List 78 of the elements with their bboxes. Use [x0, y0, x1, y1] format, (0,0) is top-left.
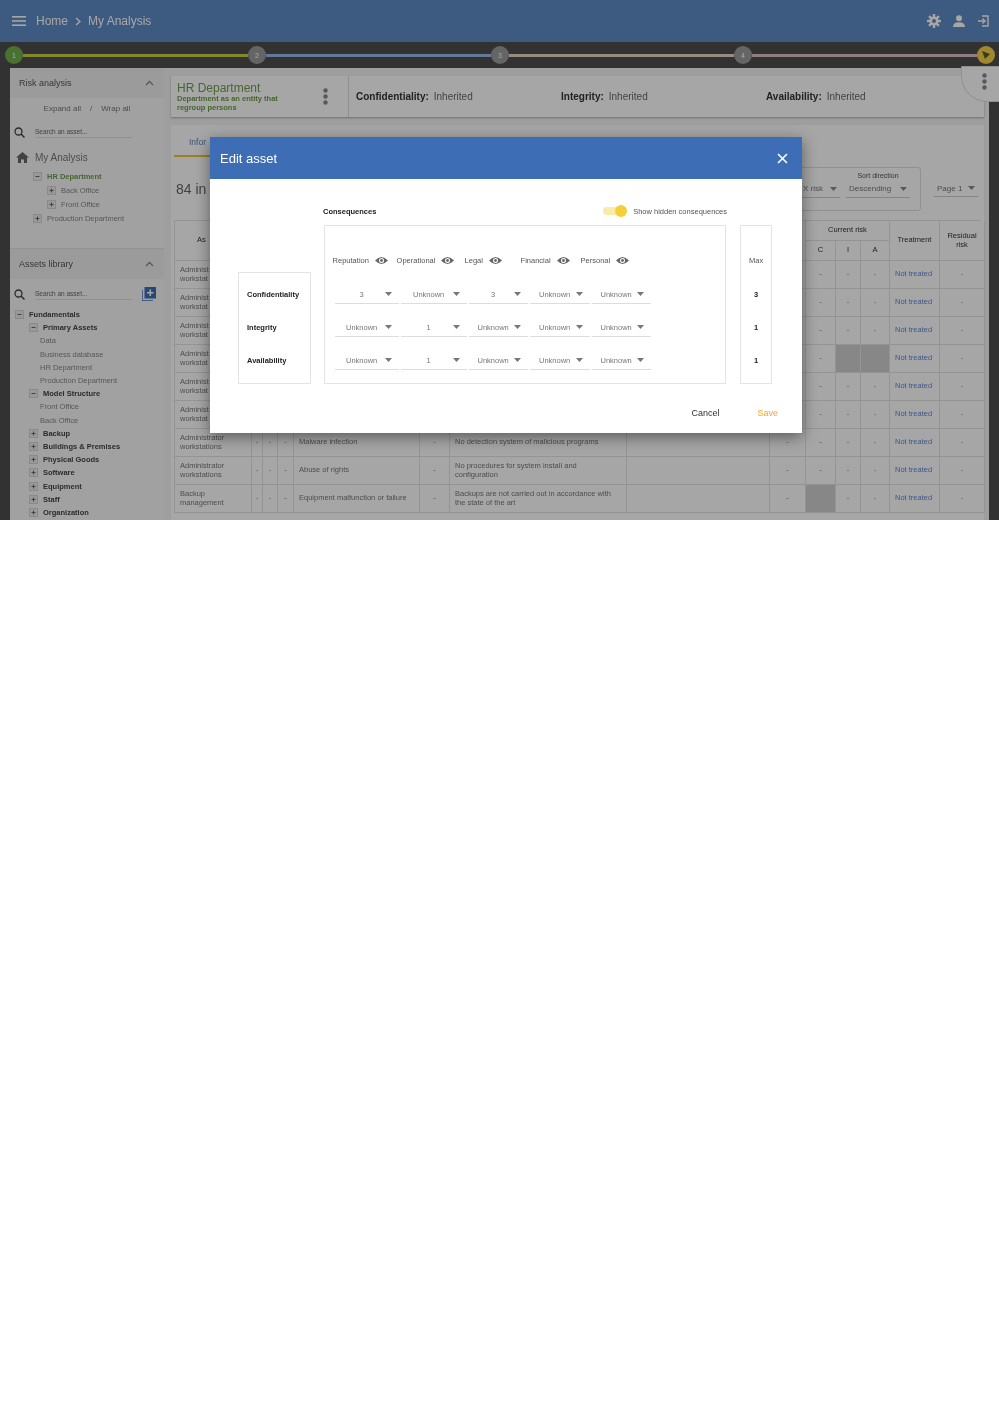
slash-separator: / — [89, 104, 93, 113]
expand-icon[interactable] — [47, 185, 56, 195]
expand-icon[interactable] — [29, 455, 38, 465]
toggle-switch[interactable] — [603, 205, 628, 217]
chevron-icon — [75, 16, 81, 26]
chevron-up-icon[interactable] — [145, 80, 154, 86]
eye-icon[interactable] — [441, 255, 455, 265]
caret-icon — [452, 358, 460, 362]
expand-icon[interactable] — [33, 213, 42, 223]
breadcrumb-current: My Analysis — [88, 14, 152, 28]
caret-icon — [636, 325, 644, 329]
eye-icon[interactable] — [488, 255, 502, 265]
caret-icon — [575, 325, 583, 329]
criterion-value: Inherited — [433, 91, 473, 102]
criterion-value: Inherited — [608, 91, 648, 102]
expand-icon[interactable] — [29, 481, 38, 491]
settings-icon[interactable] — [927, 14, 941, 28]
eye-icon[interactable] — [616, 255, 630, 265]
dropdown[interactable]: Page 1 — [934, 180, 978, 197]
close-icon[interactable] — [777, 152, 788, 164]
expand-icon[interactable] — [29, 507, 38, 517]
expand-icon[interactable] — [29, 441, 38, 451]
caret-icon — [968, 186, 976, 190]
expand-icon[interactable] — [29, 428, 38, 438]
save-button[interactable]: Save — [757, 404, 778, 422]
caret-icon — [830, 186, 837, 191]
chevron-up-icon[interactable] — [145, 261, 154, 267]
collapse-icon[interactable] — [33, 171, 42, 181]
caret-icon — [384, 325, 392, 329]
section-title: Risk analysis — [19, 78, 72, 88]
dialog-title: Edit asset — [220, 150, 278, 166]
caret-icon — [513, 325, 521, 329]
eye-icon[interactable] — [556, 255, 570, 265]
caret-icon — [636, 358, 644, 362]
eye-icon[interactable] — [374, 255, 388, 265]
result-count: 84 in — [175, 180, 207, 197]
criterion-label: Availability: — [766, 91, 822, 102]
more-button[interactable] — [961, 66, 999, 102]
more-icon[interactable] — [323, 88, 328, 105]
caret-icon — [900, 186, 907, 191]
caret-icon — [384, 358, 392, 362]
wrap-all-link[interactable]: Wrap all — [101, 104, 131, 113]
dropdown[interactable]: Descending — [846, 180, 910, 198]
logout-icon[interactable] — [977, 15, 989, 27]
caret-icon — [513, 358, 521, 362]
cancel-button[interactable]: Cancel — [691, 404, 720, 422]
caret-icon — [636, 292, 644, 296]
section-title: Assets library — [19, 259, 73, 269]
step-circle[interactable] — [977, 46, 995, 64]
search-icon — [14, 288, 25, 300]
criterion-label: Confidentiality: — [356, 91, 429, 102]
collapse-icon[interactable] — [15, 310, 24, 320]
expand-all-link[interactable]: Expand all — [43, 104, 81, 113]
caret-icon — [452, 325, 460, 329]
caret-icon — [575, 292, 583, 296]
breadcrumb-link[interactable]: Home — [36, 14, 68, 28]
caret-icon — [452, 292, 460, 296]
menu-icon[interactable] — [12, 16, 26, 26]
expand-icon[interactable] — [47, 199, 56, 209]
add-icon[interactable] — [142, 287, 156, 301]
caret-icon — [575, 358, 583, 362]
search-icon — [14, 126, 25, 138]
more-icon[interactable] — [982, 73, 987, 90]
tree-root[interactable]: My Analysis — [35, 152, 88, 163]
collapse-icon[interactable] — [29, 389, 38, 399]
expand-icon[interactable] — [29, 468, 38, 478]
expand-icon[interactable] — [29, 494, 38, 504]
section-header[interactable]: Risk analysis — [10, 68, 164, 98]
home-icon — [16, 152, 29, 163]
caret-icon — [513, 292, 521, 296]
collapse-icon[interactable] — [29, 323, 38, 333]
criterion-label: Integrity: — [561, 91, 604, 102]
triangle-icon — [982, 51, 990, 59]
caret-icon — [384, 292, 392, 296]
section-header[interactable]: Assets library — [10, 249, 164, 279]
criterion-value: Inherited — [826, 91, 866, 102]
user-icon[interactable] — [953, 15, 965, 27]
asset-title: HR Department — [177, 81, 262, 96]
